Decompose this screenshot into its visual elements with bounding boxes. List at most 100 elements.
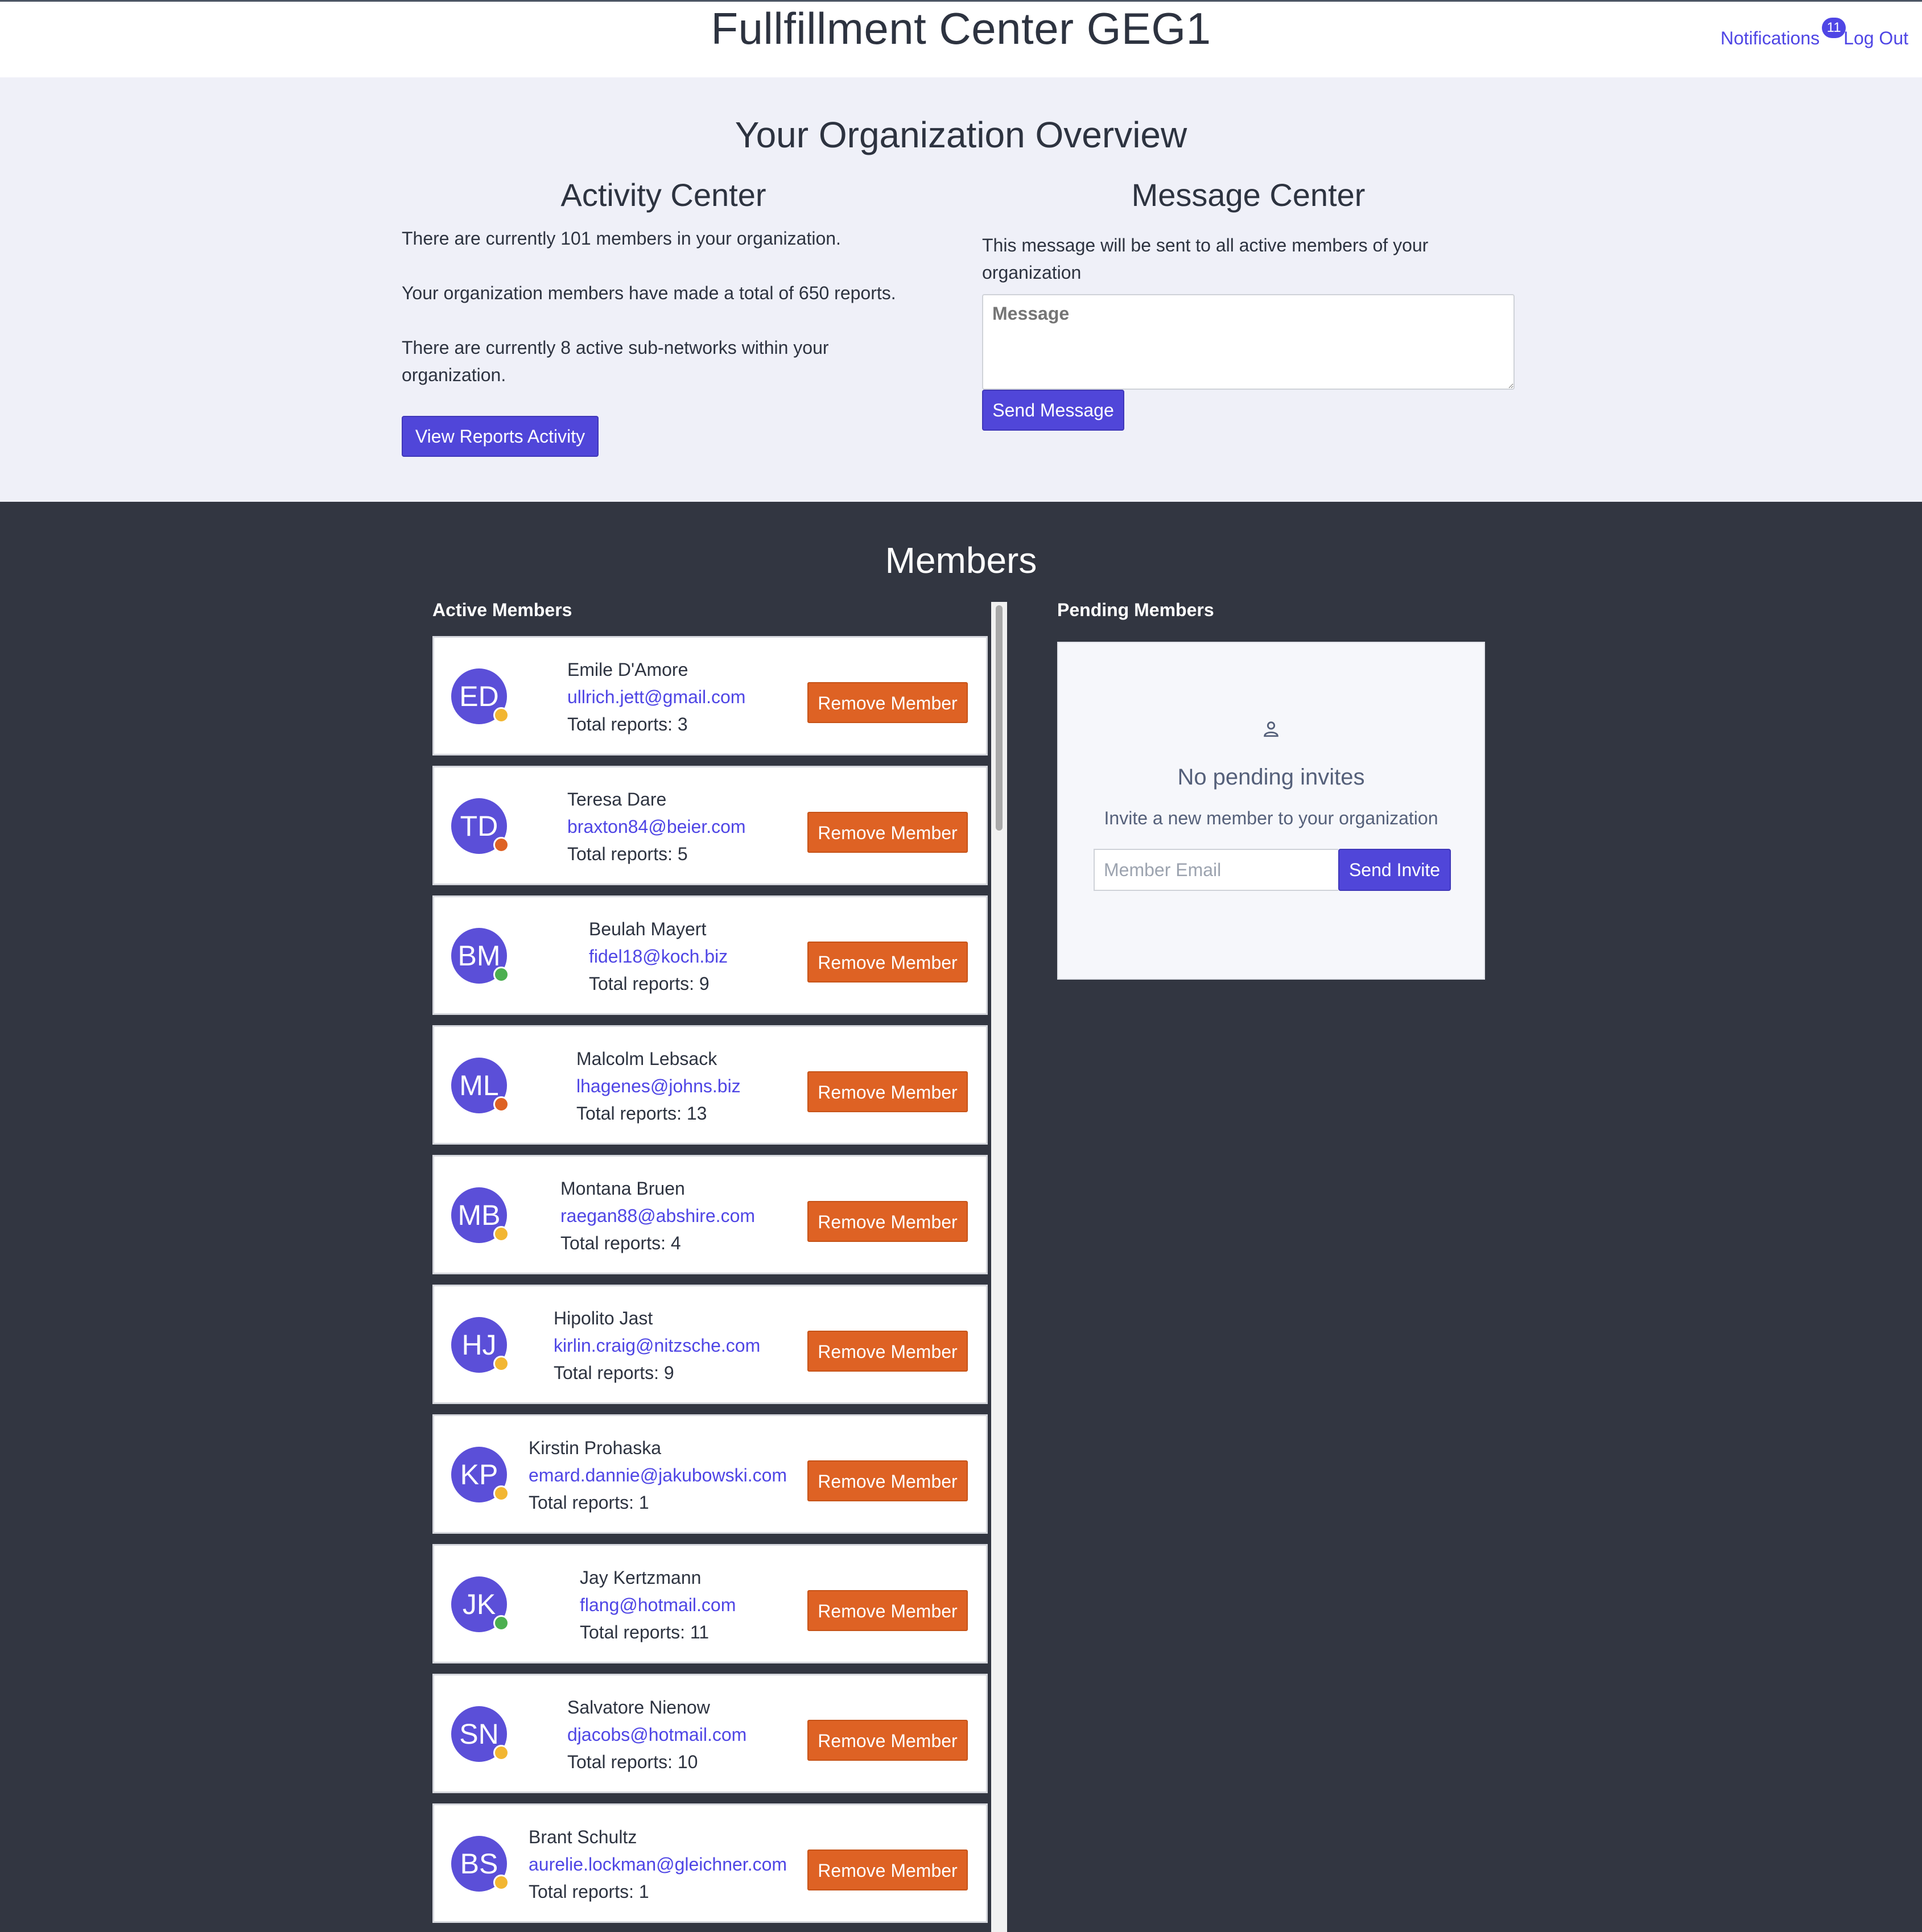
organization-overview: Your Organization Overview Activity Cent… (0, 77, 1922, 502)
active-members-scrollbar[interactable] (991, 602, 1007, 1932)
member-name: Teresa Dare (567, 789, 667, 810)
invite-form: Send Invite (1094, 849, 1451, 891)
member-card: BM Beulah Mayert fidel18@koch.biz Total rep… (432, 895, 988, 1015)
member-info: Malcolm Lebsack lhagenes@johns.biz Total r… (576, 1045, 741, 1127)
member-report-count: Total reports: 13 (576, 1103, 707, 1124)
member-email[interactable]: ullrich.jett@gmail.com (567, 683, 745, 711)
no-pending-invites-title: No pending invites (1177, 765, 1365, 790)
overview-title: Your Organization Overview (735, 114, 1187, 155)
status-indicator (493, 837, 509, 853)
remove-member-button[interactable]: Remove Member (807, 942, 968, 982)
member-card: TD Teresa Dare braxton84@beier.com Total re… (432, 766, 988, 885)
member-report-count: Total reports: 11 (580, 1622, 710, 1642)
member-info: Hipolito Jast kirlin.craig@nitzsche.com To… (554, 1304, 760, 1386)
member-info: Teresa Dare braxton84@beier.com Total repo… (567, 786, 746, 868)
status-indicator (493, 1875, 509, 1890)
member-card: HJ Hipolito Jast kirlin.craig@nitzsche.com… (432, 1285, 988, 1404)
send-message-button[interactable]: Send Message (982, 390, 1124, 431)
member-report-count: Total reports: 9 (589, 973, 710, 994)
member-avatar: SN (451, 1706, 509, 1762)
top-header: Fullfillment Center GEG1 Notifications 1… (0, 0, 1922, 77)
member-card: MB Montana Bruen raegan88@abshire.com Total… (432, 1155, 988, 1274)
logout-link[interactable]: Log Out (1843, 28, 1908, 49)
notifications-link[interactable]: Notifications 11 (1720, 18, 1846, 49)
member-avatar: BM (451, 928, 509, 984)
status-indicator (493, 1096, 509, 1112)
member-email[interactable]: kirlin.craig@nitzsche.com (554, 1332, 760, 1359)
member-email[interactable]: raegan88@abshire.com (560, 1202, 755, 1229)
member-info: Salvatore Nienow djacobs@hotmail.com Total… (567, 1694, 746, 1776)
member-email-input[interactable] (1094, 849, 1338, 891)
member-card: KP Kirstin Prohaska emard.dannie@jakubowsk… (432, 1414, 988, 1534)
members-title: Members (885, 540, 1037, 581)
avatar-initials: SN (459, 1718, 499, 1750)
member-card: ML Malcolm Lebsack lhagenes@johns.biz Total… (432, 1025, 988, 1145)
message-textarea[interactable] (982, 294, 1515, 390)
member-report-count: Total reports: 1 (529, 1492, 649, 1513)
activity-center: Activity Center There are currently 101 … (402, 176, 925, 457)
remove-member-button[interactable]: Remove Member (807, 1071, 968, 1112)
message-center-title: Message Center (1131, 177, 1366, 213)
avatar-initials: BM (457, 940, 501, 972)
remove-member-button[interactable]: Remove Member (807, 1590, 968, 1631)
message-center: Message Center This message will be sent… (982, 176, 1515, 431)
pending-members-heading: Pending Members (1057, 600, 1214, 620)
member-avatar: ML (451, 1058, 509, 1113)
member-email[interactable]: emard.dannie@jakubowski.com (529, 1462, 787, 1489)
member-info: Montana Bruen raegan88@abshire.com Total r… (560, 1175, 755, 1257)
member-avatar: JK (451, 1576, 509, 1632)
remove-member-button[interactable]: Remove Member (807, 1720, 968, 1761)
member-info: Jay Kertzmann flang@hotmail.com Total repo… (580, 1564, 736, 1646)
send-invite-button[interactable]: Send Invite (1338, 849, 1451, 891)
member-email[interactable]: aurelie.lockman@gleichner.com (529, 1851, 787, 1878)
members-section: Members Active Members Pending Members E… (0, 502, 1922, 1932)
top-nav: Notifications 11 Log Out (1720, 18, 1908, 49)
remove-member-button[interactable]: Remove Member (807, 1460, 968, 1501)
notifications-label: Notifications (1720, 28, 1820, 48)
avatar-initials: JK (462, 1588, 496, 1620)
member-name: Salvatore Nienow (567, 1697, 710, 1718)
remove-member-button[interactable]: Remove Member (807, 812, 968, 853)
member-name: Emile D'Amore (567, 659, 688, 680)
activity-center-title: Activity Center (560, 177, 766, 213)
active-members-heading: Active Members (432, 600, 572, 620)
status-indicator (493, 1356, 509, 1372)
member-email[interactable]: lhagenes@johns.biz (576, 1072, 741, 1100)
member-report-count: Total reports: 9 (554, 1363, 674, 1383)
remove-member-button[interactable]: Remove Member (807, 1850, 968, 1890)
avatar-initials: TD (460, 810, 498, 842)
member-email[interactable]: fidel18@koch.biz (589, 943, 728, 970)
member-avatar: KP (451, 1447, 509, 1502)
avatar-initials: MB (457, 1199, 501, 1231)
remove-member-button[interactable]: Remove Member (807, 1201, 968, 1242)
status-indicator (493, 1745, 509, 1761)
status-indicator (493, 707, 509, 723)
avatar-initials: KP (460, 1459, 498, 1491)
member-report-count: Total reports: 1 (529, 1881, 649, 1902)
member-card: ED Emile D'Amore ullrich.jett@gmail.com Tot… (432, 636, 988, 756)
member-card: JK Jay Kertzmann flang@hotmail.com Total re… (432, 1544, 988, 1663)
member-report-count: Total reports: 5 (567, 844, 688, 864)
status-indicator (493, 967, 509, 982)
notifications-count-badge: 11 (1822, 18, 1846, 38)
active-members-list[interactable]: ED Emile D'Amore ullrich.jett@gmail.com Tot… (432, 636, 990, 1932)
remove-member-button[interactable]: Remove Member (807, 1331, 968, 1372)
member-info: Brant Schultz aurelie.lockman@gleichner.c… (529, 1823, 787, 1905)
member-avatar: MB (451, 1187, 509, 1243)
page-title: Fullfillment Center GEG1 (711, 3, 1211, 53)
remove-member-button[interactable]: Remove Member (807, 682, 968, 723)
subnetwork-count-text: There are currently 8 active sub-network… (402, 337, 829, 385)
member-email[interactable]: flang@hotmail.com (580, 1591, 736, 1619)
member-name: Jay Kertzmann (580, 1567, 702, 1588)
message-description: This message will be sent to all active … (982, 235, 1429, 283)
member-avatar: TD (451, 798, 509, 854)
avatar-initials: BS (460, 1848, 498, 1880)
scrollbar-thumb[interactable] (996, 605, 1003, 831)
member-report-count: Total reports: 10 (567, 1752, 698, 1772)
view-reports-activity-button[interactable]: View Reports Activity (402, 416, 599, 457)
member-email[interactable]: braxton84@beier.com (567, 813, 746, 840)
member-info: Emile D'Amore ullrich.jett@gmail.com Total… (567, 656, 745, 738)
member-email[interactable]: djacobs@hotmail.com (567, 1721, 746, 1748)
pending-members-panel: No pending invites Invite a new member t… (1057, 642, 1485, 980)
member-name: Beulah Mayert (589, 919, 707, 939)
